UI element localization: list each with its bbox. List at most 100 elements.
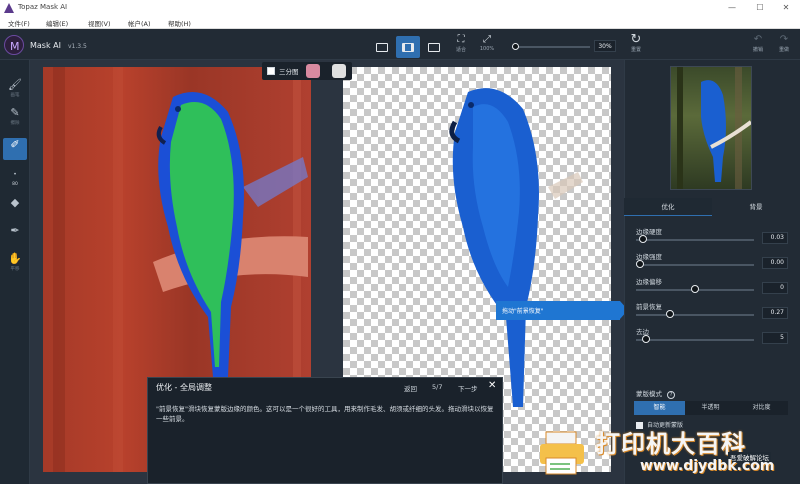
guide-close-button[interactable]: ✕: [488, 380, 496, 391]
param-value[interactable]: 0: [762, 282, 788, 294]
guide-page-indicator: 5/7: [432, 383, 443, 391]
split-view-button[interactable]: [396, 36, 420, 58]
reset-icon: ↻: [630, 32, 642, 47]
undo-label: 撤销: [752, 47, 763, 53]
brush-tool-label: 画笔: [10, 93, 20, 98]
pan-tool[interactable]: ✋ 平移: [3, 252, 27, 272]
param-edge-offset: 边缘偏移 0: [636, 276, 788, 298]
param-label: 边缘偏移: [636, 278, 662, 286]
guide-dialog: 优化 - 全局调整 返回 5/7 下一步 ✕ "前景恢复"滑块恢复蒙版边缘的颜色…: [147, 377, 503, 484]
printer-icon: [540, 431, 584, 475]
guide-body: "前景恢复"滑块恢复蒙版边缘的颜色。这可以是一个很好的工具，用来制作毛发、胡须或…: [156, 405, 494, 423]
brush-icon: 🖌: [8, 78, 22, 91]
param-value[interactable]: 0.03: [762, 232, 788, 244]
redo-icon: ↷: [779, 34, 789, 45]
menu-file[interactable]: 文件(F): [8, 18, 30, 28]
mode-contrast[interactable]: 对比度: [736, 401, 787, 415]
single-view-button[interactable]: [370, 36, 394, 58]
tab-refine[interactable]: 优化: [624, 198, 712, 216]
expand-icon: ⤢: [483, 34, 491, 45]
navigator-thumbnail[interactable]: [670, 66, 752, 190]
window-title: Topaz Mask AI: [18, 3, 68, 11]
mask-mode-heading: 蒙版模式 ?: [636, 388, 676, 399]
param-value[interactable]: 0.00: [762, 257, 788, 269]
watermark-title: 打印机大百科: [596, 430, 746, 458]
svg-text:M: M: [10, 40, 20, 53]
param-foreground-recovery: 前景恢复 0.27: [636, 301, 788, 323]
brush-tool[interactable]: 🖌 画笔: [3, 78, 27, 98]
param-knob[interactable]: [665, 310, 674, 318]
zoom-100-label: 100%: [479, 46, 495, 52]
fill-tool[interactable]: ◆: [3, 196, 27, 210]
zoom-100-button[interactable]: ⤢ 100%: [477, 34, 497, 52]
menu-view[interactable]: 视图(V): [88, 18, 111, 28]
maximize-button[interactable]: ☐: [752, 2, 768, 14]
menu-edit[interactable]: 编辑(E): [46, 18, 68, 28]
mask-mode-selector: 智能 半透明 对比度: [634, 401, 788, 415]
param-slider[interactable]: [636, 239, 754, 241]
param-label: 前景恢复: [636, 303, 662, 311]
close-window-button[interactable]: ✕: [778, 2, 794, 14]
trimap-label: 三分图: [279, 68, 299, 76]
watermark-url: www.djydbk.com: [640, 458, 775, 474]
param-knob[interactable]: [636, 260, 644, 268]
zoom-slider[interactable]: [512, 43, 590, 50]
hand-icon: ✋: [8, 252, 22, 265]
param-knob[interactable]: [691, 285, 699, 293]
zoom-value[interactable]: 30%: [594, 40, 616, 52]
param-label: 边缘硬度: [636, 228, 662, 236]
single-view-icon: [376, 43, 388, 52]
param-defringe: 去边 5: [636, 326, 788, 348]
undo-icon: ↶: [753, 34, 763, 45]
eraser-icon: ✎: [10, 106, 20, 119]
param-knob[interactable]: [641, 335, 650, 343]
minimize-button[interactable]: —: [724, 2, 740, 14]
param-slider[interactable]: [636, 339, 754, 341]
undo-button[interactable]: ↶ 撤销: [748, 34, 768, 53]
compute-tool[interactable]: ✐: [3, 138, 27, 160]
param-edge-strength: 边缘强度 0.00: [636, 251, 788, 273]
redo-button[interactable]: ↷ 重做: [774, 34, 794, 53]
mode-translucent[interactable]: 半透明: [685, 401, 736, 415]
reset-label: 重置: [630, 47, 641, 53]
help-icon[interactable]: ?: [667, 391, 676, 399]
menu-bar: 文件(F) 编辑(E) 视图(V) 帐户(A) 帮助(H): [0, 16, 800, 29]
menu-help[interactable]: 帮助(H): [168, 18, 191, 28]
param-slider[interactable]: [636, 314, 754, 316]
fit-label: 适合: [455, 47, 466, 53]
param-edge-hardness: 边缘硬度 0.03: [636, 226, 788, 248]
panel-tabs: 优化 背景: [624, 198, 800, 216]
menu-account[interactable]: 帐户(A): [128, 18, 151, 28]
reset-button[interactable]: ↻ 重置: [626, 32, 646, 53]
erase-tool[interactable]: ✎ 擦除: [3, 106, 27, 126]
mask-ai-logo-icon: M: [4, 35, 24, 55]
eyedropper-icon: ✒: [10, 224, 20, 237]
mask-mode-label: 蒙版模式: [636, 390, 662, 398]
brush-settings-icon: ✐: [10, 138, 20, 151]
fit-icon: ⛶: [457, 34, 465, 45]
side-by-side-view-button[interactable]: [422, 36, 446, 58]
brush-size-value: 80: [12, 182, 18, 187]
trimap-checkbox[interactable]: [267, 67, 275, 75]
redo-label: 重做: [778, 47, 789, 53]
pan-tool-label: 平移: [10, 267, 20, 272]
side-by-side-icon: [428, 43, 440, 52]
fit-button[interactable]: ⛶ 适合: [451, 34, 471, 53]
guide-next-button[interactable]: 下一步: [458, 383, 478, 393]
zoom-slider-knob[interactable]: [512, 43, 519, 50]
app-name: Mask AI: [30, 41, 61, 50]
param-knob[interactable]: [639, 235, 648, 243]
trimap-toggle[interactable]: 三分图: [262, 62, 352, 80]
erase-tool-label: 擦除: [10, 121, 20, 126]
tab-background[interactable]: 背景: [712, 198, 800, 216]
guide-back-button[interactable]: 返回: [404, 383, 417, 393]
keep-color-swatch[interactable]: [306, 64, 320, 78]
brush-size[interactable]: • 80: [3, 168, 27, 187]
param-value[interactable]: 5: [762, 332, 788, 344]
param-value[interactable]: 0.27: [762, 307, 788, 319]
guide-title: 优化 - 全局调整: [156, 383, 212, 392]
cut-color-swatch[interactable]: [332, 64, 346, 78]
mode-smart[interactable]: 智能: [634, 401, 685, 415]
param-slider[interactable]: [636, 264, 754, 266]
picker-tool[interactable]: ✒: [3, 224, 27, 238]
